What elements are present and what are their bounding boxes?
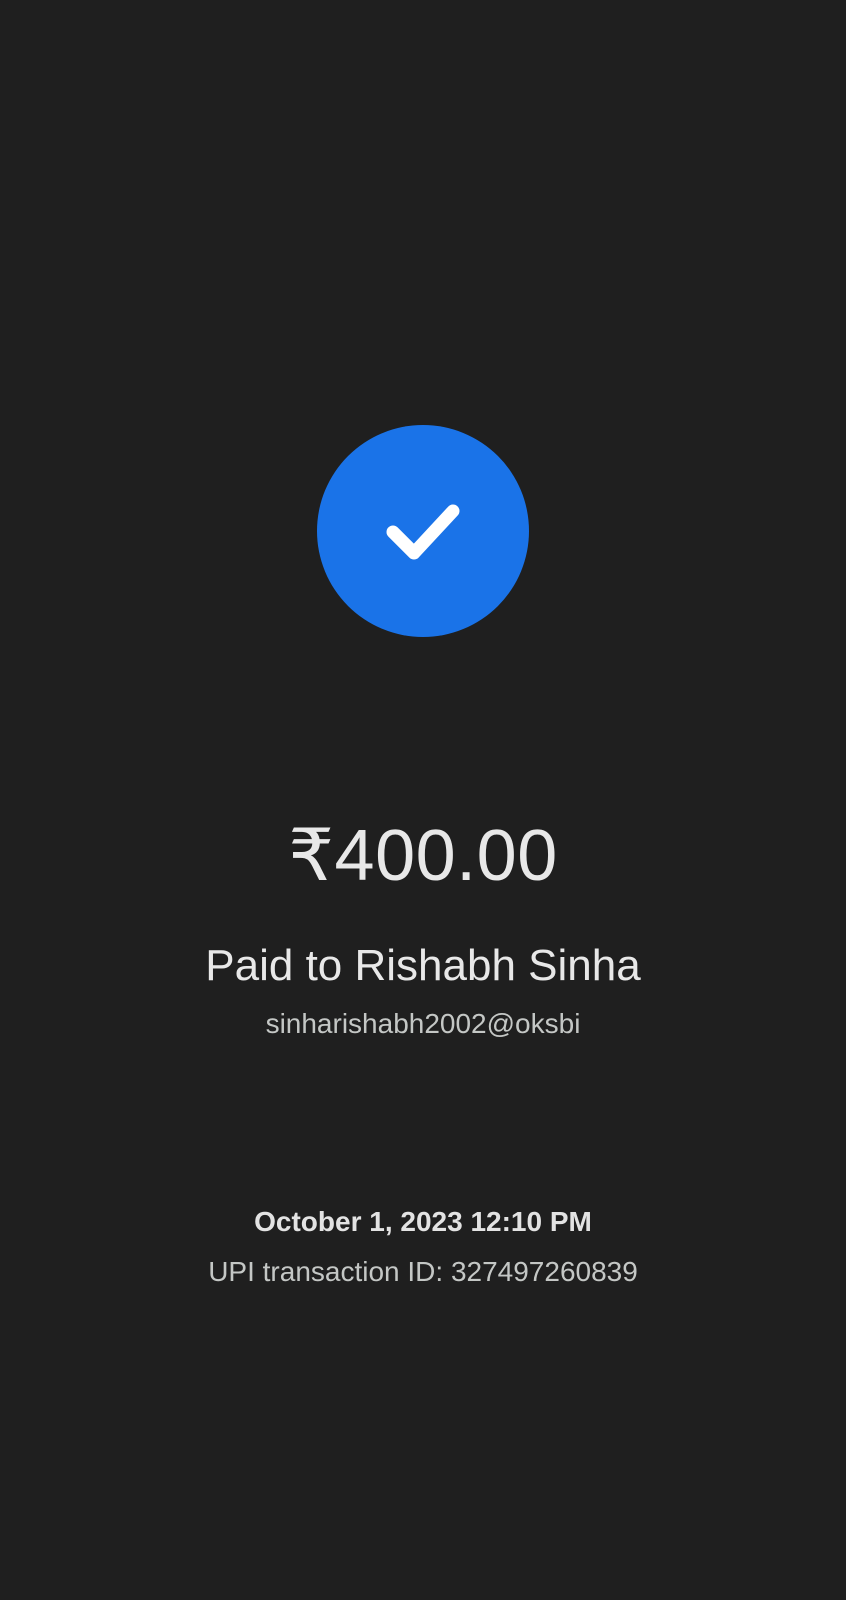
check-icon: [386, 504, 460, 560]
success-check-badge: [317, 425, 529, 637]
payment-success-screen: ₹400.00 Paid to Rishabh Sinha sinharisha…: [0, 0, 846, 1600]
upi-transaction-id: UPI transaction ID: 327497260839: [208, 1256, 638, 1287]
transaction-datetime: October 1, 2023 12:10 PM: [254, 1206, 592, 1237]
payee-upi-id: sinharishabh2002@oksbi: [265, 1008, 581, 1039]
payee-title: Paid to Rishabh Sinha: [205, 941, 641, 990]
payment-amount: ₹400.00: [288, 816, 558, 896]
